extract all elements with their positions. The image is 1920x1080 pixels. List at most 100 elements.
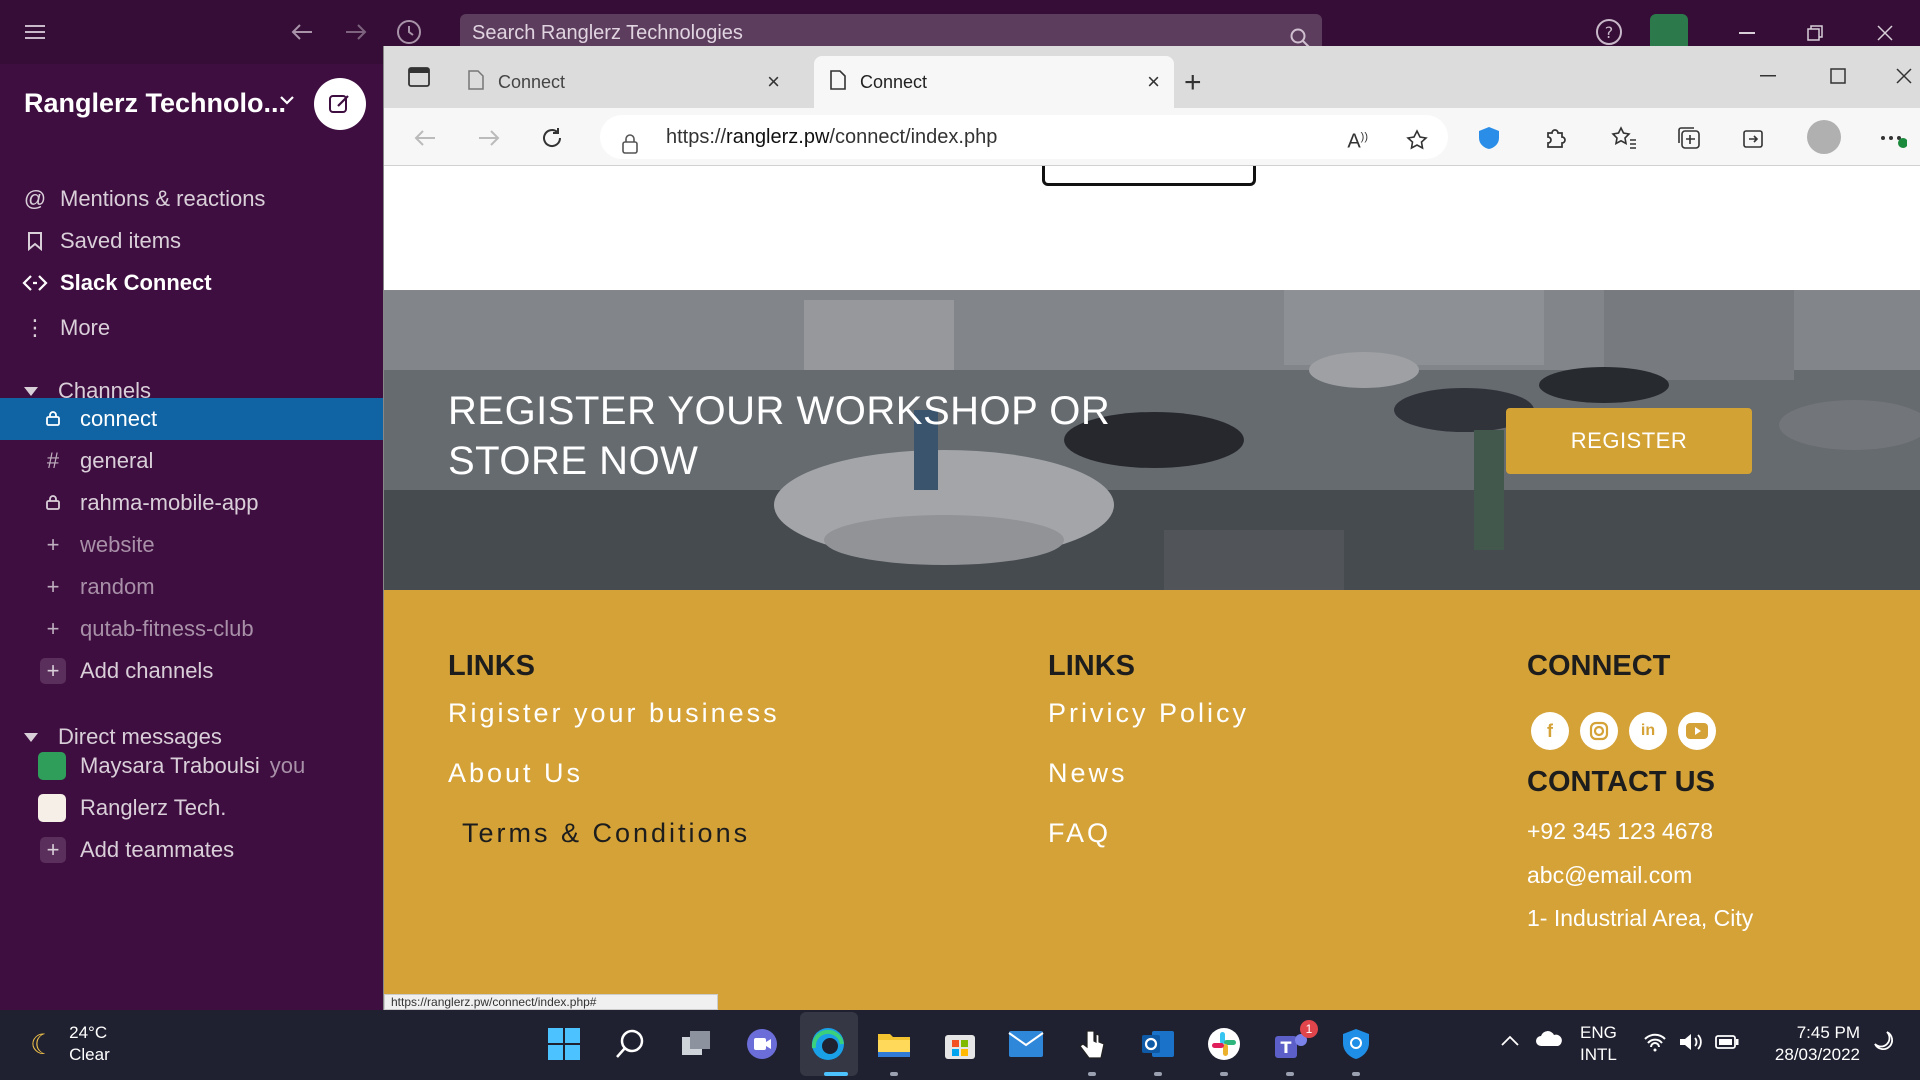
start-icon[interactable] <box>544 1024 584 1064</box>
running-indicator <box>1154 1072 1162 1076</box>
close-icon[interactable] <box>1890 62 1918 90</box>
channel-website[interactable]: + website <box>0 524 383 566</box>
profile-avatar-icon[interactable] <box>1807 120 1841 154</box>
back-icon[interactable] <box>410 123 440 153</box>
add-channels-label: Add channels <box>80 658 214 683</box>
channel-connect[interactable]: connect <box>0 398 383 440</box>
search-icon[interactable] <box>610 1024 650 1064</box>
workspace-name[interactable]: Ranglerz Technolo... <box>24 88 286 119</box>
facebook-icon[interactable]: f <box>1531 712 1569 750</box>
weather-widget[interactable]: ☾ 24°C Clear <box>30 1022 110 1066</box>
add-teammates-button[interactable]: + Add teammates <box>0 829 383 871</box>
running-indicator <box>890 1072 898 1076</box>
compose-button[interactable] <box>314 78 366 130</box>
nav-more[interactable]: ⋮ More <box>22 308 110 348</box>
plus-icon: + <box>46 616 60 641</box>
forward-icon[interactable] <box>474 123 504 153</box>
dm-ranglerz-tech[interactable]: Ranglerz Tech. <box>0 787 383 829</box>
maximize-icon[interactable] <box>1824 62 1852 90</box>
tab-connect-2[interactable]: Connect × <box>814 56 1174 108</box>
channel-random[interactable]: + random <box>0 566 383 608</box>
register-button[interactable]: REGISTER <box>1506 408 1752 474</box>
hash-icon: # <box>46 448 60 473</box>
nav-slack-connect[interactable]: Slack Connect <box>22 263 212 303</box>
help-icon[interactable]: ? <box>1593 16 1625 48</box>
new-tab-icon[interactable]: + <box>1184 66 1202 100</box>
browser-window: Connect × Connect × + https://ranglerz.p… <box>383 46 1920 1010</box>
instagram-icon[interactable] <box>1580 712 1618 750</box>
terms-conditions-link[interactable]: Terms & Conditions <box>462 818 750 849</box>
add-favorite-icon[interactable] <box>1406 125 1430 169</box>
chat-icon[interactable] <box>742 1024 782 1064</box>
refresh-icon[interactable] <box>537 123 567 153</box>
collections-icon[interactable] <box>1674 123 1704 153</box>
add-channels-button[interactable]: + Add channels <box>0 650 383 692</box>
channel-rahma-mobile-app[interactable]: rahma-mobile-app <box>0 482 383 524</box>
faq-link[interactable]: FAQ <box>1048 818 1111 849</box>
extension-shield-icon[interactable] <box>1474 123 1504 153</box>
contact-email[interactable]: abc@email.com <box>1527 862 1692 889</box>
svg-text:T: T <box>1281 1038 1292 1057</box>
battery-icon[interactable] <box>1714 1032 1740 1055</box>
nav-saved-items[interactable]: Saved items <box>22 221 181 261</box>
tab-actions-icon[interactable] <box>404 62 434 92</box>
mail-icon[interactable] <box>1006 1024 1046 1064</box>
more-menu-icon[interactable] <box>1878 123 1908 153</box>
url-input[interactable]: https://ranglerz.pw/connect/index.php A)… <box>600 115 1448 159</box>
store-icon[interactable] <box>940 1024 980 1064</box>
read-aloud-icon[interactable]: A)) <box>1347 115 1368 164</box>
minimize-icon[interactable] <box>1754 62 1782 90</box>
language-indicator[interactable]: ENG INTL <box>1580 1022 1617 1066</box>
linkedin-icon[interactable]: in <box>1629 712 1667 750</box>
lang-layout: INTL <box>1580 1045 1617 1064</box>
file-explorer-icon[interactable] <box>874 1024 914 1064</box>
close-icon[interactable] <box>1870 18 1900 48</box>
history-clock-icon[interactable] <box>393 16 425 48</box>
restore-icon[interactable] <box>1800 18 1830 48</box>
running-indicator <box>1352 1072 1360 1076</box>
hand-cursor-app-icon[interactable] <box>1072 1024 1112 1064</box>
forward-arrow-icon[interactable] <box>340 16 372 48</box>
running-indicator <box>1088 1072 1096 1076</box>
register-business-link[interactable]: Rigister your business <box>448 698 780 729</box>
news-link[interactable]: News <box>1048 758 1128 789</box>
contact-address: 1- Industrial Area, City <box>1527 905 1754 931</box>
clock[interactable]: 7:45 PM 28/03/2022 <box>1760 1022 1860 1066</box>
onedrive-cloud-icon[interactable] <box>1535 1030 1563 1053</box>
edge-browser-icon[interactable] <box>808 1024 848 1064</box>
channel-general[interactable]: # general <box>0 440 383 482</box>
close-tab-icon[interactable]: × <box>767 69 780 95</box>
wifi-icon[interactable] <box>1643 1032 1667 1057</box>
teams-icon[interactable]: T 1 <box>1270 1020 1318 1064</box>
youtube-icon[interactable] <box>1678 712 1716 750</box>
nav-mentions-reactions[interactable]: @ Mentions & reactions <box>22 179 266 219</box>
tab-connect-1[interactable]: Connect × <box>454 56 794 108</box>
channel-qutab-fitness-club[interactable]: + qutab-fitness-club <box>0 608 383 650</box>
privacy-policy-link[interactable]: Privicy Policy <box>1048 698 1249 729</box>
chevron-down-icon[interactable] <box>280 92 294 110</box>
minimize-icon[interactable] <box>1732 18 1762 48</box>
focus-moon-icon[interactable] <box>1872 1030 1894 1057</box>
volume-icon[interactable] <box>1678 1032 1704 1057</box>
favorites-icon[interactable] <box>1609 123 1639 153</box>
nav-label: Slack Connect <box>60 270 212 295</box>
contact-phone[interactable]: +92 345 123 4678 <box>1527 818 1713 845</box>
url-domain: ranglerz.pw <box>726 126 830 148</box>
previous-section-button[interactable] <box>1042 166 1256 186</box>
back-arrow-icon[interactable] <box>286 16 318 48</box>
weather-condition: Clear <box>69 1045 110 1064</box>
dm-maysara[interactable]: Maysara Traboulsi you <box>0 745 383 787</box>
contact-heading: CONTACT US <box>1527 766 1715 798</box>
sync-icon[interactable] <box>1739 123 1769 153</box>
task-view-icon[interactable] <box>676 1024 716 1064</box>
about-us-link[interactable]: About Us <box>448 758 583 789</box>
windows-taskbar: ☾ 24°C Clear T 1 ENG INTL 7:45 PM 28/03/… <box>0 1010 1920 1080</box>
outlook-icon[interactable] <box>1138 1024 1178 1064</box>
hamburger-menu-icon[interactable] <box>20 16 52 48</box>
register-banner: REGISTER YOUR WORKSHOP OR STORE NOW REGI… <box>384 290 1920 590</box>
vpn-shield-icon[interactable] <box>1336 1024 1376 1064</box>
slack-icon[interactable] <box>1204 1024 1244 1064</box>
extensions-puzzle-icon[interactable] <box>1540 123 1570 153</box>
chevron-up-icon[interactable] <box>1500 1032 1520 1052</box>
close-tab-icon[interactable]: × <box>1147 69 1160 95</box>
